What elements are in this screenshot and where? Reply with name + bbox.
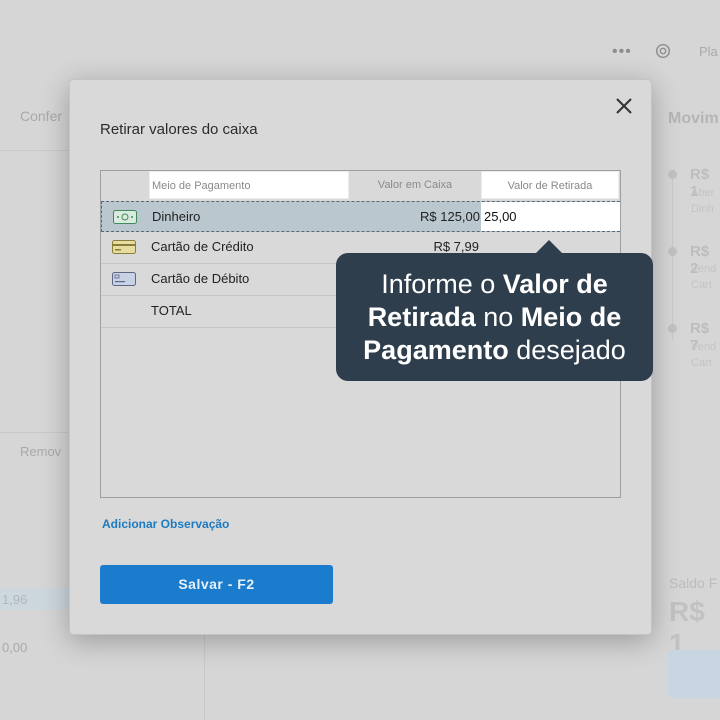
bg-remove-label: Remov	[20, 444, 62, 459]
bg-conferencia-label: Confer	[20, 108, 63, 124]
bg-movement-line: Cart	[691, 357, 712, 369]
close-icon[interactable]	[613, 95, 635, 117]
bg-movement-line: Cart	[691, 279, 712, 291]
table-header: Meio de Pagamento Valor em Caixa Valor d…	[101, 171, 620, 201]
settings-gear-icon	[655, 43, 671, 59]
instruction-tooltip: Informe o Valor de Retirada no Meio de P…	[336, 253, 653, 381]
valor-retirada-input[interactable]	[481, 202, 620, 231]
row-label: Dinheiro	[152, 209, 201, 224]
debit-card-icon	[112, 272, 136, 286]
bg-left-value-1: 1,96	[2, 592, 28, 607]
bg-movim-label: Movim	[668, 110, 719, 127]
tooltip-text: Informe o	[381, 269, 503, 299]
tooltip-text: no	[475, 302, 521, 332]
bg-plan-label: Pla	[699, 44, 718, 59]
bg-saldo-label: Saldo F	[669, 575, 718, 591]
save-button[interactable]: Salvar - F2	[100, 565, 333, 604]
bg-movement-line: Aber	[691, 187, 715, 199]
row-label: Cartão de Crédito	[151, 239, 254, 254]
column-header-meio[interactable]: Meio de Pagamento	[149, 171, 349, 199]
row-label: Cartão de Débito	[151, 271, 250, 286]
add-observation-link[interactable]: Adicionar Observação	[102, 517, 229, 531]
credit-card-icon	[112, 240, 136, 254]
row-label-total: TOTAL	[151, 303, 192, 318]
column-header-retirada[interactable]: Valor de Retirada	[481, 171, 619, 199]
more-options-icon: •••	[612, 43, 632, 60]
bg-movement-line: Vend	[691, 341, 717, 353]
modal-title: Retirar valores do caixa	[100, 121, 258, 138]
cash-icon	[113, 210, 137, 224]
row-valor-caixa: R$ 125,00	[420, 209, 480, 224]
bg-action-button	[668, 650, 720, 698]
tooltip-text: desejado	[508, 335, 626, 365]
tooltip-arrow	[535, 240, 563, 254]
bg-left-value-2: 0,00	[2, 640, 28, 655]
table-row-dinheiro[interactable]: Dinheiro R$ 125,00	[101, 201, 620, 232]
bg-movement-line: Dinh	[691, 203, 714, 215]
bg-movement-line: Vend	[691, 263, 717, 275]
column-header-caixa[interactable]: Valor em Caixa	[351, 171, 479, 199]
